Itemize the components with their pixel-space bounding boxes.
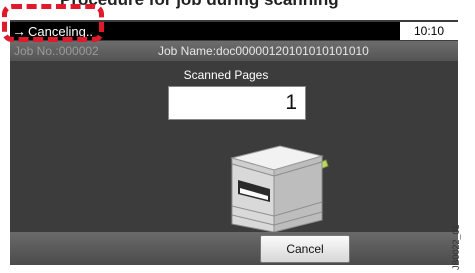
operation-panel-screen: → Canceling.. 10:10 Job No.:000002 Job N… (10, 20, 458, 265)
scanner-device-icon (218, 128, 336, 237)
clock-time: 10:10 (400, 22, 458, 40)
highlight-callout (2, 4, 104, 42)
job-name: Job Name:doc00000120101010101010 (158, 44, 369, 58)
bottom-action-bar (10, 232, 458, 265)
scanned-pages-count: 1 (168, 86, 306, 120)
figure-code: JB0022_01 (451, 224, 461, 270)
scanned-pages-label: Scanned Pages (183, 68, 269, 82)
job-number: Job No.:000002 (14, 44, 99, 58)
cancel-button[interactable]: Cancel (260, 235, 350, 263)
page-heading: Procedure for job during scanning (60, 0, 475, 14)
job-info-bar: Job No.:000002 Job Name:doc0000012010101… (10, 41, 458, 61)
